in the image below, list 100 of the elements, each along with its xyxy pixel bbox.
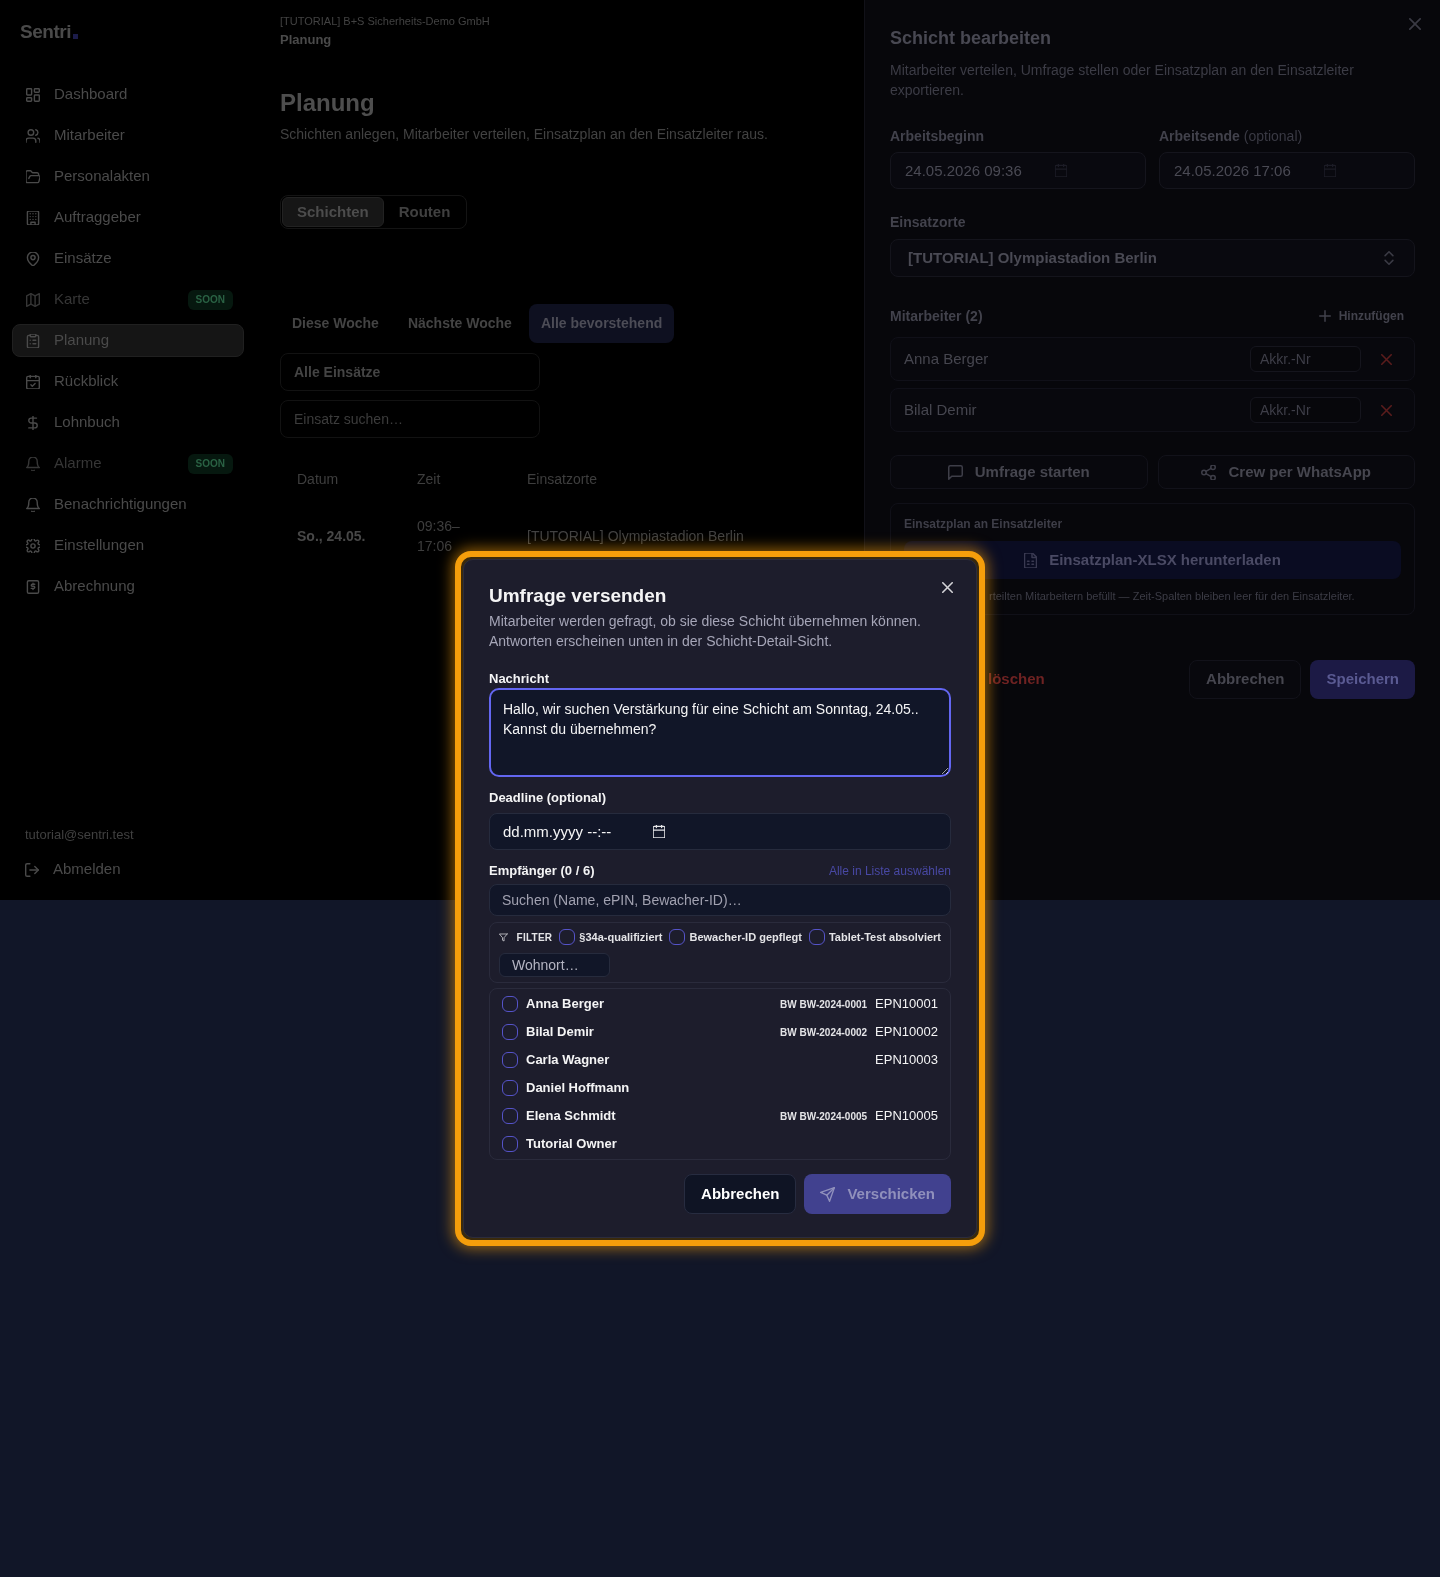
location-select[interactable]: Alle Einsätze: [280, 353, 540, 391]
dialog-description: Antworten erscheinen unten in der Schicht-Detail-Sicht.: [489, 632, 833, 651]
accreditation-field[interactable]: Akkr.-Nr: [1250, 397, 1361, 423]
accreditation-field[interactable]: Akkr.-Nr: [1250, 346, 1361, 372]
range-chip[interactable]: Alle bevorstehend: [528, 304, 675, 343]
sidebar-item[interactable]: Benachrichtigungen: [12, 488, 244, 521]
range-chip[interactable]: Nächste Woche: [395, 304, 524, 343]
user-email: tutorial@sentri.test: [25, 826, 135, 844]
sidebar-item[interactable]: Dashboard: [12, 78, 244, 111]
status-badge: SOON: [187, 289, 233, 310]
export-label: Einsatzplan an Einsatzleiter: [904, 516, 1064, 532]
calendar-icon: [1055, 164, 1067, 177]
table-cell-text: [TUTORIAL] Olympiastadion Berlin: [527, 526, 745, 546]
sidebar-item[interactable]: Einsätze: [12, 242, 244, 275]
dialog-title: Umfrage versenden: [489, 584, 667, 608]
checkbox[interactable]: [669, 929, 686, 945]
filter-option-label[interactable]: Tablet-Test absolviert: [828, 928, 941, 946]
action-button[interactable]: Umfrage starten: [890, 455, 1148, 489]
send-button: Verschicken: [804, 1174, 951, 1214]
field-label: Nachricht: [489, 671, 549, 687]
date-field[interactable]: 24.05.2026 09:36: [890, 152, 1146, 189]
field-label: Arbeitsende: [1159, 128, 1240, 144]
message-field[interactable]: Hallo, wir suchen Verstärkung für eine Schicht am Sonntag, 24.05.. Kannst du übernehmen?: [489, 688, 951, 777]
sidebar-item[interactable]: Mitarbeiter: [12, 119, 244, 152]
grid-icon: [26, 87, 40, 102]
save-button[interactable]: Speichern: [1310, 660, 1415, 699]
checkbox[interactable]: [559, 929, 576, 945]
sidebar-item[interactable]: Rückblick: [12, 365, 244, 398]
select-all-link[interactable]: Alle in Liste auswählen: [828, 863, 951, 879]
guard-id-text: BW BW-2024-0005: [780, 1109, 868, 1124]
receipt-icon: [26, 579, 40, 594]
status-badge: SOON: [187, 453, 233, 474]
table-cell-text: So., 24.05.: [297, 526, 367, 546]
sidebar-item[interactable]: Abrechnung: [12, 570, 244, 603]
map-pin-icon: [26, 251, 40, 266]
sidebar-item[interactable]: Einstellungen: [12, 529, 244, 562]
chat-bubble-icon: [947, 464, 963, 480]
calendar-icon: [653, 825, 665, 838]
map-icon: [26, 292, 40, 307]
field-label: Arbeitsbeginn: [890, 128, 985, 144]
users-icon: [26, 128, 40, 143]
cancel-button[interactable]: Abbrechen: [684, 1174, 797, 1214]
epin-text: EPN10005: [875, 1107, 938, 1126]
date-field[interactable]: 24.05.2026 17:06: [1159, 152, 1415, 189]
calendar-icon: [26, 374, 40, 389]
remove-icon[interactable]: [1381, 353, 1392, 365]
checkbox[interactable]: [808, 929, 825, 945]
epin-text: EPN10003: [875, 1051, 938, 1070]
column-header: Zeit: [417, 469, 442, 489]
page-description: Schichten anlegen, Mitarbeiter verteilen, Einsatzplan an den Einsatzleiter raus.: [280, 125, 769, 144]
guard-id-text: BW BW-2024-0001: [780, 997, 868, 1012]
settings-icon: [26, 538, 40, 553]
filter-option-label[interactable]: §34a-qualifiziert: [579, 928, 663, 946]
field-label: Mitarbeiter (2): [890, 308, 983, 324]
recipient-name: Daniel Hoffmann: [526, 1079, 630, 1098]
add-button[interactable]: Hinzufügen: [1318, 307, 1415, 325]
checkbox[interactable]: [502, 1024, 518, 1040]
sidebar-item[interactable]: Lohnbuch: [12, 406, 244, 439]
sidebar-item[interactable]: Personalakten: [12, 160, 244, 193]
recipient-name: Bilal Demir: [526, 1023, 594, 1042]
filter-label: FILTER: [516, 930, 553, 945]
panel-title: Schicht bearbeiten: [890, 27, 1053, 50]
guard-id-text: BW BW-2024-0002: [780, 1025, 868, 1040]
table-cell-text: 09:36–17:06: [417, 517, 461, 556]
calendar-icon: [1324, 164, 1336, 177]
checkbox[interactable]: [502, 1080, 518, 1096]
recipient-name: Anna Berger: [526, 995, 605, 1014]
bell-icon: [26, 497, 40, 512]
residence-field[interactable]: Wohnort…: [499, 953, 610, 977]
checkbox[interactable]: [502, 1052, 518, 1068]
checkbox[interactable]: [502, 1136, 518, 1152]
recipient-name: Carla Wagner: [526, 1051, 610, 1070]
folder-icon: [26, 169, 40, 184]
breadcrumb-text: [TUTORIAL] B+S Sicherheits-Demo GmbH: [280, 14, 491, 29]
epin-text: EPN10001: [875, 995, 938, 1014]
remove-icon[interactable]: [1381, 404, 1392, 416]
sidebar-item[interactable]: Auftraggeber: [12, 201, 244, 234]
delete-button[interactable]: löschen: [988, 660, 1045, 699]
action-button[interactable]: Crew per WhatsApp: [1157, 455, 1415, 489]
tab[interactable]: Routen: [383, 197, 466, 227]
range-chip[interactable]: Diese Woche: [280, 304, 391, 343]
cancel-button[interactable]: Abbrechen: [1189, 660, 1302, 699]
file-icon: [1024, 552, 1038, 568]
checkbox[interactable]: [502, 996, 518, 1012]
deadline-field[interactable]: dd.mm.yyyy --:--: [489, 813, 951, 850]
send-icon: [820, 1186, 836, 1202]
dialog-description: Mitarbeiter werden gefragt, ob sie diese Schicht übernehmen können.: [489, 612, 921, 631]
logout-button[interactable]: Abmelden: [25, 853, 121, 886]
location-select[interactable]: [TUTORIAL] Olympiastadion Berlin: [890, 239, 1415, 277]
logo-text: Sentri: [20, 19, 71, 44]
search-field[interactable]: Einsatz suchen…: [280, 400, 540, 438]
panel-description: Mitarbeiter verteilen, Umfrage stellen oder Einsatzplan an den Einsatzleiter exportieren.: [890, 61, 1355, 100]
recipient-search-field[interactable]: Suchen (Name, ePIN, Bewacher-ID)…: [489, 884, 951, 916]
column-header: Datum: [297, 469, 340, 489]
bell-icon: [26, 456, 40, 471]
checkbox[interactable]: [502, 1108, 518, 1124]
field-label: Einsatzorte: [890, 214, 967, 230]
filter-option-label[interactable]: Bewacher-ID gepflegt: [689, 928, 802, 946]
logout-icon: [25, 862, 39, 877]
optional-hint: (optional): [1243, 128, 1303, 144]
